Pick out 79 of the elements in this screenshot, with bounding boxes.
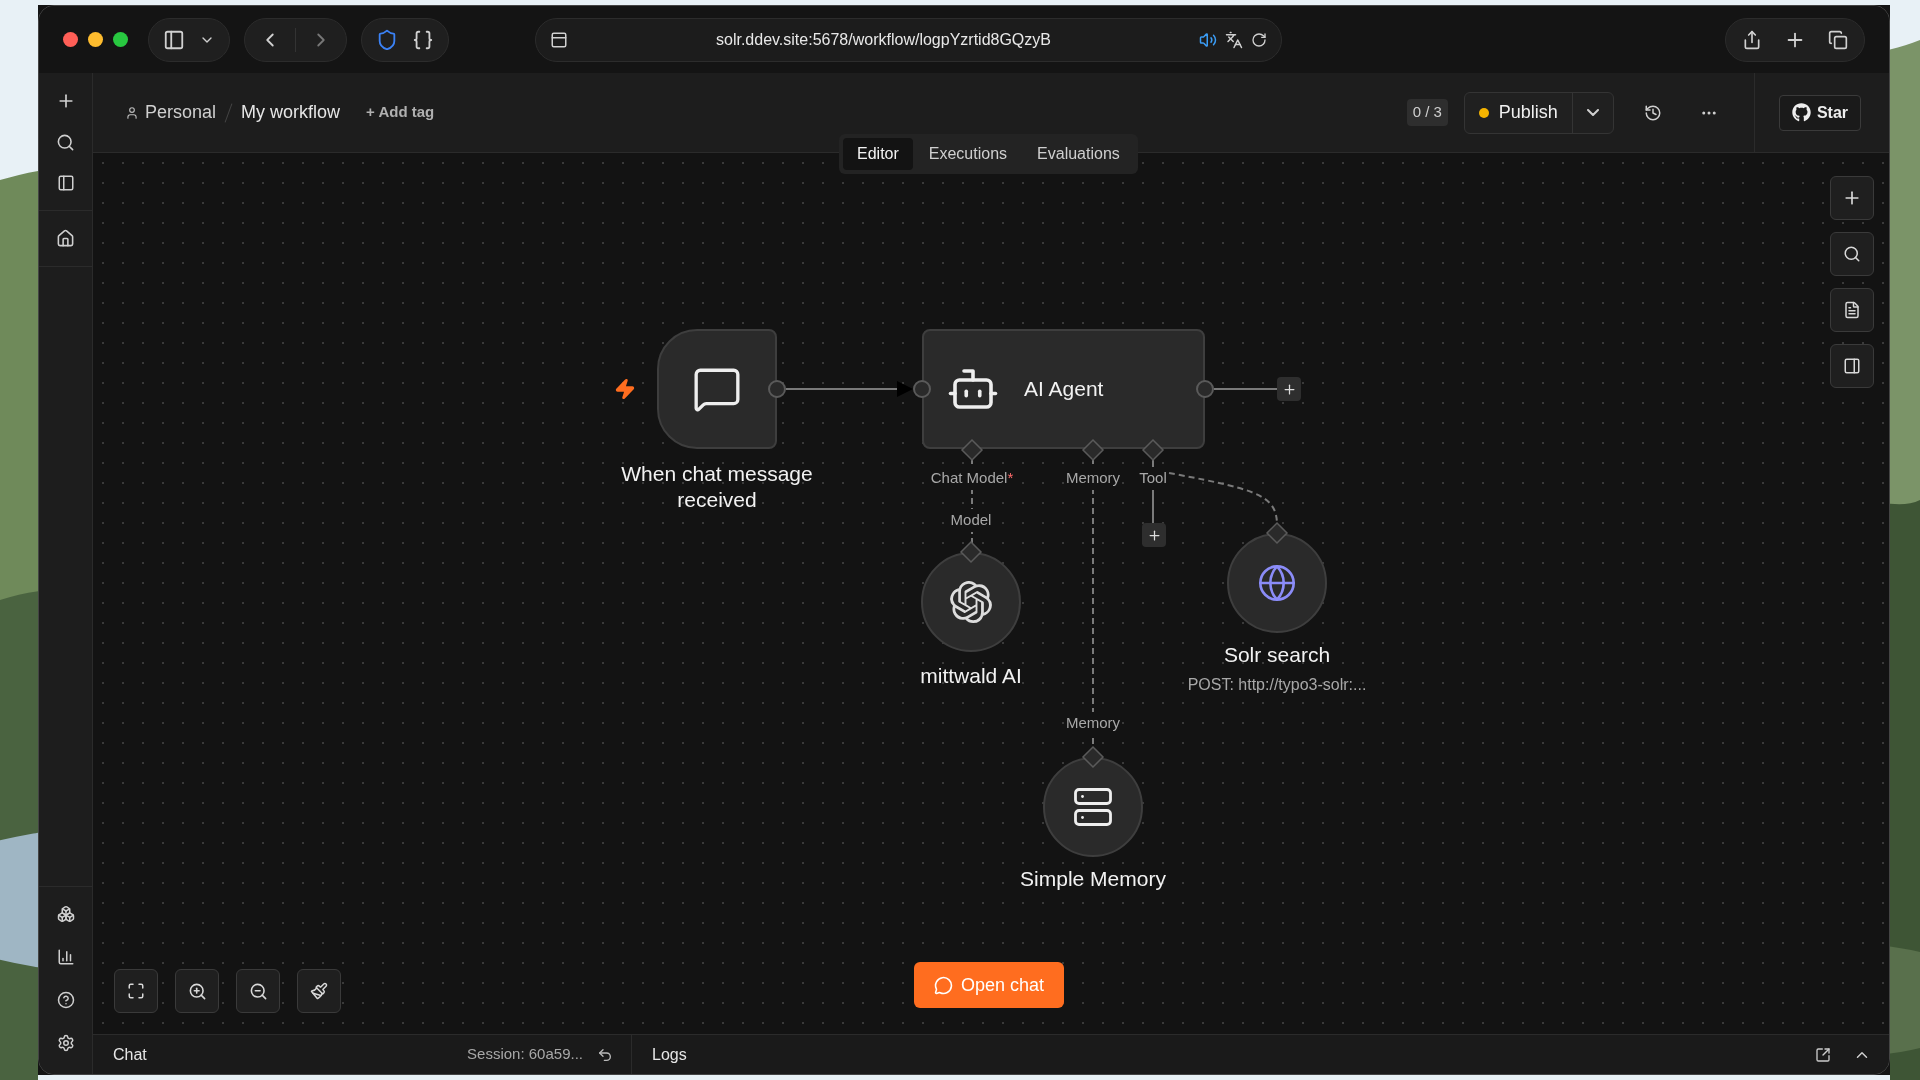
home-icon[interactable] bbox=[56, 229, 75, 248]
reload-icon[interactable] bbox=[1251, 31, 1267, 48]
openai-knot-icon bbox=[950, 581, 992, 623]
zoom-out-icon bbox=[248, 981, 268, 1001]
github-icon bbox=[1791, 103, 1811, 122]
connection-handle[interactable] bbox=[768, 380, 786, 398]
node-subtitle: POST: http://typo3-solr:... bbox=[1187, 675, 1367, 695]
add-tag-button[interactable]: + Add tag bbox=[366, 101, 435, 124]
search-icon bbox=[1843, 245, 1861, 263]
plus-icon bbox=[1146, 527, 1162, 543]
add-node-button[interactable] bbox=[1142, 523, 1166, 547]
share-icon[interactable] bbox=[1742, 29, 1762, 50]
speaker-icon[interactable] bbox=[1199, 30, 1217, 49]
braces-extension-icon[interactable] bbox=[412, 28, 434, 51]
settings-icon[interactable] bbox=[56, 1034, 75, 1052]
address-bar[interactable]: solr.ddev.site:5678/workflow/logpYzrtid8GQzyB bbox=[535, 17, 1282, 62]
logs-panel-title: Logs bbox=[652, 1044, 687, 1065]
brush-icon bbox=[310, 982, 328, 1000]
panel-icon bbox=[1843, 357, 1861, 375]
database-icon bbox=[1072, 786, 1114, 828]
panel-toggle-button[interactable] bbox=[1830, 344, 1874, 388]
reset-session-icon[interactable] bbox=[597, 1046, 613, 1063]
agent-node[interactable]: AI Agent bbox=[922, 329, 1205, 449]
view-tab[interactable]: Editor bbox=[843, 138, 913, 170]
session-id: Session: 60a59... bbox=[467, 1044, 583, 1065]
node-label: mittwald AI bbox=[920, 663, 1022, 689]
connection-line bbox=[1213, 388, 1278, 390]
node-label: Solr search bbox=[1223, 642, 1331, 668]
chat-bubble-icon bbox=[934, 975, 953, 995]
search-icon[interactable] bbox=[56, 133, 75, 152]
chart-icon[interactable] bbox=[56, 948, 75, 966]
globe-icon bbox=[1257, 563, 1297, 603]
templates-icon[interactable] bbox=[56, 905, 75, 923]
panel-icon[interactable] bbox=[56, 174, 75, 192]
connection-handle[interactable] bbox=[913, 380, 931, 398]
connection-handle[interactable] bbox=[1196, 380, 1214, 398]
node-label: When chat message received bbox=[620, 461, 814, 513]
pop-out-icon[interactable] bbox=[1815, 1046, 1831, 1063]
page-menu-icon[interactable] bbox=[550, 30, 568, 49]
minimize-window-button[interactable] bbox=[88, 32, 103, 47]
github-star-button[interactable]: Star bbox=[1778, 94, 1861, 131]
maximize-window-button[interactable] bbox=[113, 32, 128, 47]
chevron-down-icon bbox=[1586, 109, 1599, 116]
workflow-name[interactable]: My workflow bbox=[241, 99, 341, 126]
port-label: Tool bbox=[1138, 467, 1168, 490]
help-icon[interactable] bbox=[56, 991, 75, 1009]
document-icon bbox=[1843, 301, 1861, 319]
add-node-button[interactable] bbox=[1830, 176, 1874, 220]
tabs-overview-icon[interactable] bbox=[1828, 29, 1848, 50]
port-label: Memory bbox=[1065, 712, 1121, 735]
port-label: Model bbox=[950, 509, 992, 532]
progress-counter: 0 / 3 bbox=[1406, 99, 1448, 126]
lightning-icon bbox=[614, 378, 636, 400]
tidy-up-button[interactable] bbox=[297, 969, 341, 1013]
zoom-in-icon bbox=[187, 981, 207, 1001]
url-text: solr.ddev.site:5678/workflow/logpYzrtid8GQzyB bbox=[715, 29, 1052, 50]
node-label: AI Agent bbox=[1024, 376, 1104, 403]
close-window-button[interactable] bbox=[63, 32, 78, 47]
sidebar-toggle-icon[interactable] bbox=[163, 28, 185, 51]
search-button[interactable] bbox=[1830, 232, 1874, 276]
person-icon bbox=[125, 105, 139, 120]
port-label: Memory bbox=[1064, 467, 1122, 490]
zoom-in-button[interactable] bbox=[175, 969, 219, 1013]
add-node-button[interactable] bbox=[1277, 377, 1301, 401]
project-link[interactable]: Personal bbox=[145, 99, 217, 126]
view-tab[interactable]: Evaluations bbox=[1023, 138, 1134, 170]
fit-view-icon bbox=[127, 982, 145, 1000]
fit-view-button[interactable] bbox=[114, 969, 158, 1013]
port-label: Chat Model* bbox=[929, 467, 1015, 490]
node-label: Simple Memory bbox=[1020, 866, 1166, 892]
translate-icon[interactable] bbox=[1225, 30, 1243, 49]
view-tab[interactable]: Executions bbox=[914, 138, 1022, 170]
shield-extension-icon[interactable] bbox=[376, 28, 398, 51]
sticky-note-button[interactable] bbox=[1830, 288, 1874, 332]
trigger-node[interactable] bbox=[657, 329, 777, 449]
zoom-out-button[interactable] bbox=[236, 969, 280, 1013]
chat-panel-title: Chat bbox=[113, 1044, 147, 1065]
history-icon[interactable] bbox=[1643, 103, 1662, 122]
plus-icon bbox=[1281, 381, 1297, 397]
